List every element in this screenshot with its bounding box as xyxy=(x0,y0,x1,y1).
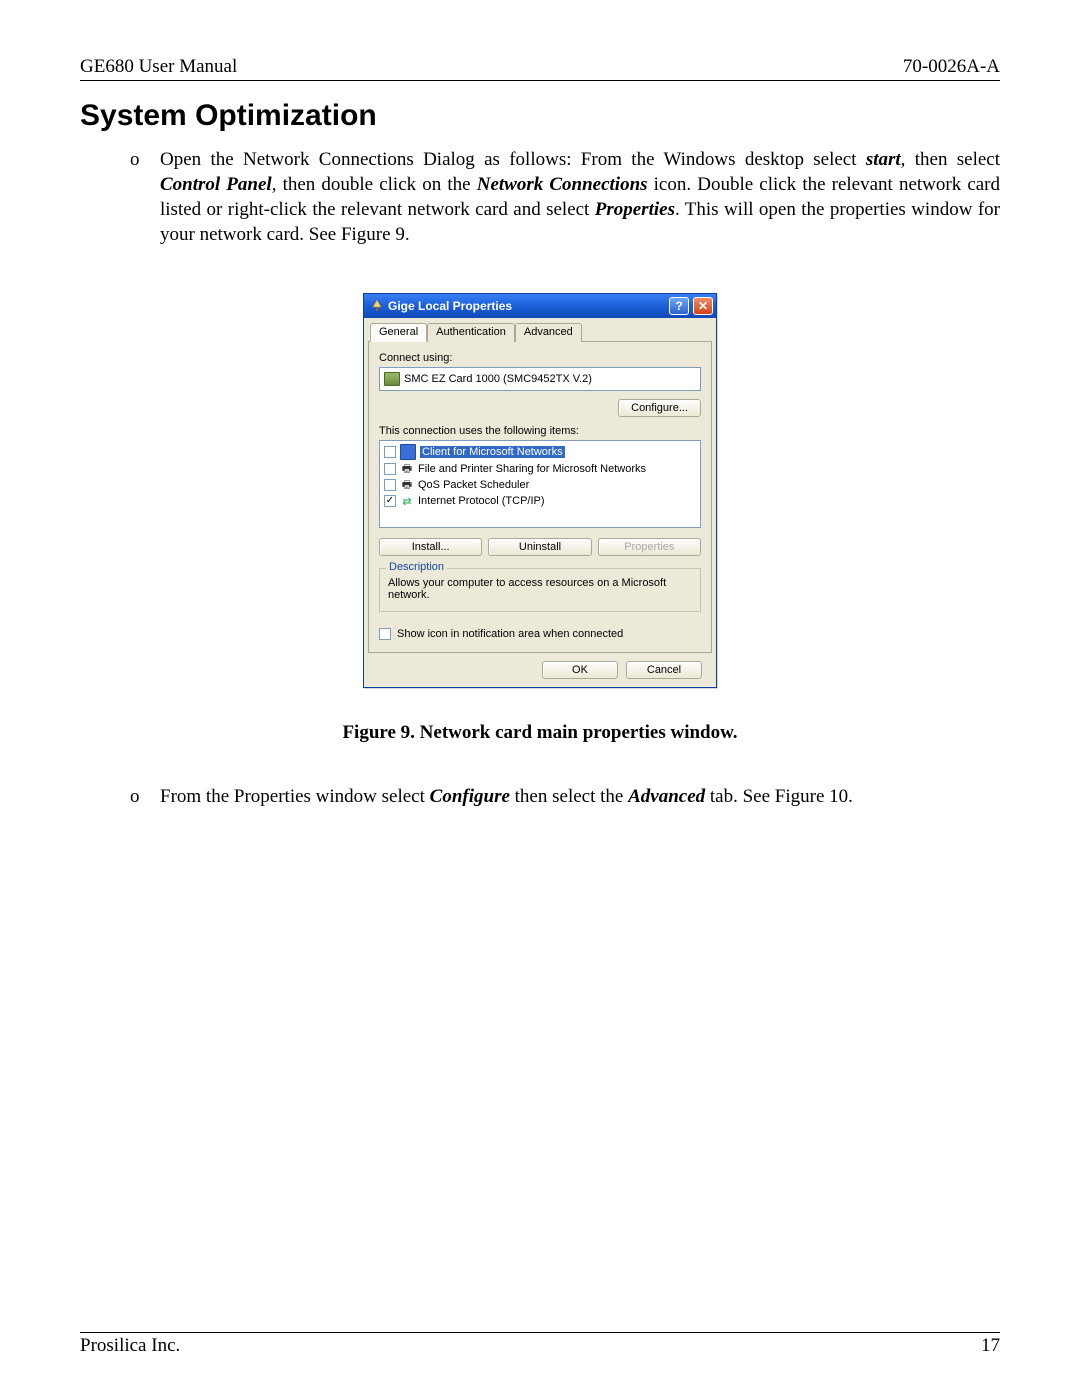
connect-using-label: Connect using: xyxy=(379,352,701,364)
configure-button[interactable]: Configure... xyxy=(618,399,701,417)
printer-icon: 🖶 xyxy=(400,478,414,492)
list-item[interactable]: 🖶 QoS Packet Scheduler xyxy=(380,477,700,493)
tab-authentication[interactable]: Authentication xyxy=(427,323,515,342)
properties-dialog: Gige Local Properties ? ✕ General Authen… xyxy=(363,293,717,688)
paragraph-1: Open the Network Connections Dialog as f… xyxy=(160,147,1000,247)
checkbox[interactable] xyxy=(384,446,396,458)
network-icon xyxy=(370,299,384,313)
tab-strip: General Authentication Advanced xyxy=(368,322,712,342)
uninstall-button[interactable]: Uninstall xyxy=(488,538,591,556)
page-title: System Optimization xyxy=(80,99,1000,133)
printer-icon: 🖶 xyxy=(400,462,414,476)
item-label: File and Printer Sharing for Microsoft N… xyxy=(418,463,646,475)
item-label: Internet Protocol (TCP/IP) xyxy=(418,495,545,507)
figure-caption: Figure 9. Network card main properties w… xyxy=(80,722,1000,744)
checkbox[interactable] xyxy=(384,479,396,491)
properties-button[interactable]: Properties xyxy=(598,538,701,556)
description-title: Description xyxy=(386,561,447,573)
monitor-icon xyxy=(400,444,416,460)
header-left: GE680 User Manual xyxy=(80,56,237,78)
header-right: 70-0026A-A xyxy=(903,56,1000,78)
nic-icon xyxy=(384,372,400,386)
page-header: GE680 User Manual 70-0026A-A xyxy=(80,56,1000,81)
footer-page-number: 17 xyxy=(981,1335,1000,1357)
show-icon-row[interactable]: Show icon in notification area when conn… xyxy=(379,628,701,640)
tab-panel-general: Connect using: SMC EZ Card 1000 (SMC9452… xyxy=(368,342,712,653)
list-item[interactable]: 🖶 File and Printer Sharing for Microsoft… xyxy=(380,461,700,477)
items-label: This connection uses the following items… xyxy=(379,425,701,437)
tab-advanced[interactable]: Advanced xyxy=(515,323,582,342)
cancel-button[interactable]: Cancel xyxy=(626,661,702,679)
item-label: Client for Microsoft Networks xyxy=(420,446,565,458)
list-item[interactable]: ⇄ Internet Protocol (TCP/IP) xyxy=(380,493,700,509)
items-list[interactable]: Client for Microsoft Networks 🖶 File and… xyxy=(379,440,701,528)
figure-9: Gige Local Properties ? ✕ General Authen… xyxy=(80,293,1000,688)
adapter-field[interactable]: SMC EZ Card 1000 (SMC9452TX V.2) xyxy=(379,367,701,391)
adapter-name: SMC EZ Card 1000 (SMC9452TX V.2) xyxy=(404,373,592,385)
description-group: Description Allows your computer to acce… xyxy=(379,568,701,612)
page-footer: Prosilica Inc. 17 xyxy=(80,1332,1000,1357)
footer-left: Prosilica Inc. xyxy=(80,1335,180,1357)
checkbox[interactable] xyxy=(384,495,396,507)
paragraph-2: From the Properties window select Config… xyxy=(160,784,1000,809)
list-item[interactable]: Client for Microsoft Networks xyxy=(380,443,700,461)
install-button[interactable]: Install... xyxy=(379,538,482,556)
dialog-title: Gige Local Properties xyxy=(388,299,667,313)
ok-button[interactable]: OK xyxy=(542,661,618,679)
item-label: QoS Packet Scheduler xyxy=(418,479,529,491)
network-protocol-icon: ⇄ xyxy=(400,494,414,508)
tab-general[interactable]: General xyxy=(370,323,427,342)
show-icon-label: Show icon in notification area when conn… xyxy=(397,628,623,640)
close-button[interactable]: ✕ xyxy=(693,297,713,315)
checkbox[interactable] xyxy=(379,628,391,640)
titlebar[interactable]: Gige Local Properties ? ✕ xyxy=(364,294,716,318)
checkbox[interactable] xyxy=(384,463,396,475)
help-button[interactable]: ? xyxy=(669,297,689,315)
description-text: Allows your computer to access resources… xyxy=(388,577,692,601)
